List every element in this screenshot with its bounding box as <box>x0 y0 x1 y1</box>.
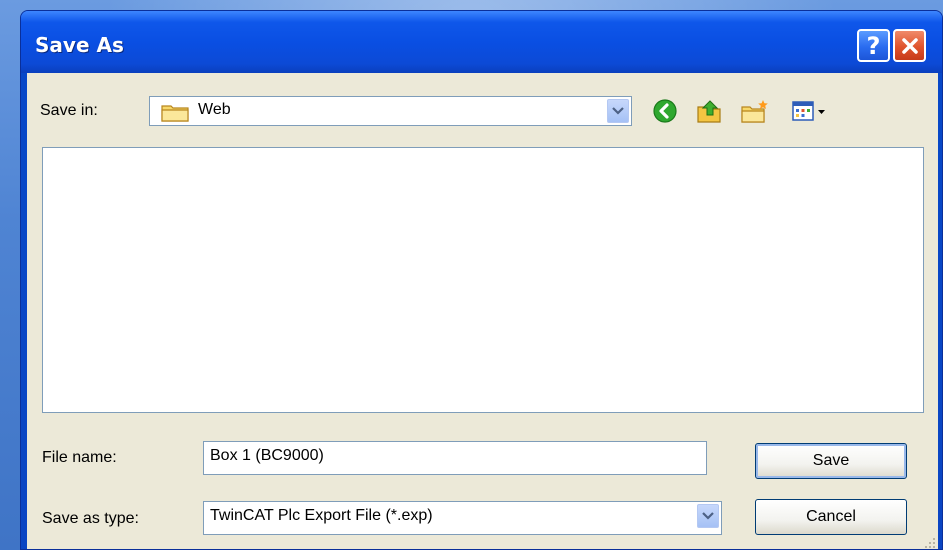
close-button[interactable] <box>893 29 926 62</box>
back-button[interactable] <box>649 95 681 127</box>
save-as-dialog: Save As ? Save in: Web File name: Box 1 … <box>20 10 943 550</box>
new-folder-button[interactable] <box>739 95 771 127</box>
save-in-value: Web <box>198 101 231 118</box>
help-button[interactable]: ? <box>857 29 890 62</box>
up-folder-icon <box>697 100 721 123</box>
chevron-down-icon <box>702 512 714 520</box>
title-bar[interactable]: Save As ? <box>21 11 942 73</box>
save-as-type-label: Save as type: <box>42 510 139 527</box>
window-title: Save As <box>35 33 124 57</box>
save-as-type-combo[interactable]: TwinCAT Plc Export File (*.exp) <box>203 501 722 535</box>
resize-grip-icon[interactable] <box>922 535 936 549</box>
back-icon <box>653 99 677 123</box>
save-in-combo[interactable]: Web <box>149 96 632 126</box>
file-name-input[interactable]: Box 1 (BC9000) <box>203 441 707 475</box>
save-as-type-dropdown-button[interactable] <box>697 504 719 528</box>
view-menu-icon <box>792 101 825 121</box>
save-in-label: Save in: <box>40 102 98 119</box>
save-in-dropdown-button[interactable] <box>607 99 629 123</box>
close-icon <box>901 37 918 54</box>
view-menu-button[interactable] <box>787 95 831 127</box>
file-name-label: File name: <box>42 449 117 466</box>
dialog-body: Save in: Web File name: Box 1 (BC9000) S… <box>27 73 938 549</box>
cancel-button[interactable]: Cancel <box>755 499 907 535</box>
new-folder-icon <box>741 100 768 123</box>
save-as-type-value: TwinCAT Plc Export File (*.exp) <box>210 507 433 524</box>
file-list[interactable] <box>42 147 924 413</box>
chevron-down-icon <box>612 107 624 115</box>
folder-icon <box>161 105 189 122</box>
up-one-level-button[interactable] <box>693 95 725 127</box>
save-button[interactable]: Save <box>755 443 907 479</box>
